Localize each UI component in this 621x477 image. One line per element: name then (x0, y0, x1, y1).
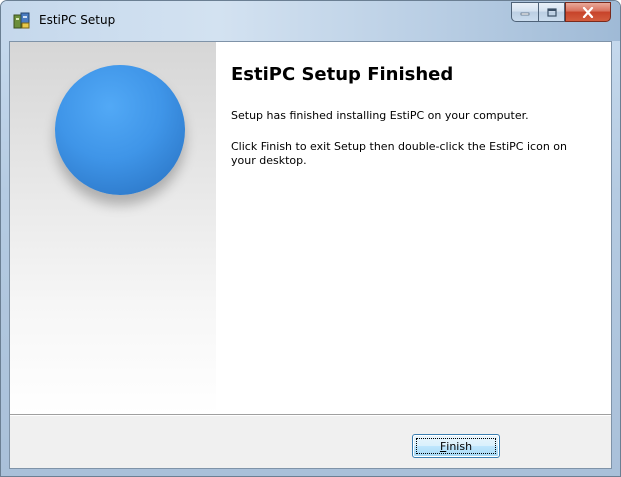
wizard-side-panel (10, 42, 216, 414)
maximize-icon (546, 7, 557, 17)
caption-buttons (511, 2, 611, 22)
minimize-button[interactable] (511, 2, 538, 22)
close-button[interactable] (565, 2, 611, 22)
blue-sphere-logo (55, 65, 185, 195)
minimize-icon (520, 12, 530, 16)
wizard-client-area: EstiPC Setup Finished Setup has finished… (9, 41, 612, 469)
finish-message: Setup has finished installing EstiPC on … (231, 109, 529, 122)
page-title: EstiPC Setup Finished (231, 64, 454, 85)
setup-window: EstiPC Setup EstiPC Setup Finished Setup… (0, 0, 621, 477)
title-bar[interactable]: EstiPC Setup (1, 1, 620, 41)
maximize-button[interactable] (538, 2, 565, 22)
installer-icon (13, 12, 30, 29)
close-icon (582, 6, 594, 18)
wizard-footer: Finish (10, 416, 611, 468)
window-title: EstiPC Setup (39, 13, 116, 27)
instructions-message: Click Finish to exit Setup then double-c… (231, 140, 567, 167)
wizard-content: EstiPC Setup Finished Setup has finished… (216, 42, 611, 414)
finish-label: inish (446, 439, 473, 453)
finish-button[interactable]: Finish (412, 434, 500, 458)
